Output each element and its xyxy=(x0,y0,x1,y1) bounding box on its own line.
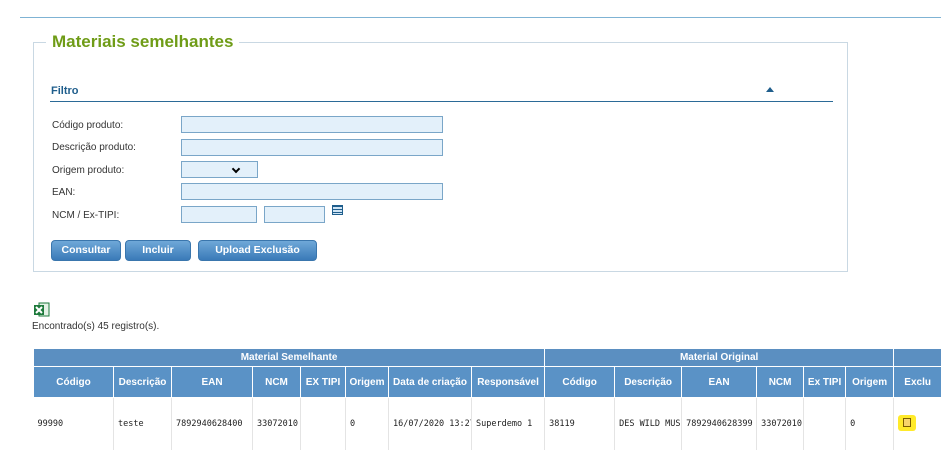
col-header-ean[interactable]: EAN xyxy=(171,366,253,398)
col-header-original-codigo[interactable]: Código xyxy=(544,366,616,398)
col-header-origem[interactable]: Origem xyxy=(345,366,389,398)
descricao-label: Descrição produto: xyxy=(52,142,136,153)
incluir-button[interactable]: Incluir xyxy=(125,240,191,261)
group-header-excluir xyxy=(893,348,941,367)
descricao-input[interactable] xyxy=(181,139,443,156)
table-row: 99990 teste 7892940628400 33072010 0 16/… xyxy=(33,397,941,450)
group-header-original: Material Original xyxy=(544,348,895,367)
top-divider-gap xyxy=(783,14,819,17)
cell-descricao: teste xyxy=(113,397,172,450)
chevron-down-icon xyxy=(231,164,241,174)
origem-label: Origem produto: xyxy=(52,165,125,176)
ean-input[interactable] xyxy=(181,183,443,200)
ean-label: EAN: xyxy=(52,187,76,198)
cell-excluir xyxy=(893,397,941,450)
extipi-input[interactable] xyxy=(264,206,325,223)
cell-data-criacao: 16/07/2020 13:27:51 xyxy=(388,397,472,450)
excel-export-icon[interactable] xyxy=(33,302,50,317)
cell-ncm: 33072010 xyxy=(252,397,301,450)
filter-header[interactable]: Filtro xyxy=(50,84,833,102)
col-header-excluir: Exclu xyxy=(893,366,941,398)
cell-original-ncm: 33072010 xyxy=(756,397,805,450)
col-header-responsavel[interactable]: Responsável xyxy=(470,366,546,398)
results-count: Encontrado(s) 45 registro(s). xyxy=(32,321,160,332)
col-header-original-descricao[interactable]: Descrição xyxy=(614,366,683,398)
cell-responsavel: Superdemo 1 xyxy=(471,397,546,450)
filter-title: Filtro xyxy=(51,85,79,97)
results-table: Material Semelhante Material Original Có… xyxy=(32,348,941,450)
ncm-input[interactable] xyxy=(181,206,257,223)
cell-original-ex-tipi xyxy=(803,397,847,450)
origem-select[interactable] xyxy=(181,161,258,178)
upload-exclusao-button[interactable]: Upload Exclusão xyxy=(198,240,317,261)
page-title: Materiais semelhantes xyxy=(52,32,234,51)
cell-original-codigo: 38119 xyxy=(544,397,616,450)
col-header-ex-tipi[interactable]: EX TIPI xyxy=(300,366,346,398)
cell-ex-tipi xyxy=(300,397,346,450)
codigo-label: Código produto: xyxy=(52,120,124,131)
codigo-input[interactable] xyxy=(181,116,443,133)
col-header-original-ex-tipi[interactable]: Ex TIPI xyxy=(803,366,847,398)
cell-codigo: 99990 xyxy=(33,397,114,450)
triangle-up-icon[interactable] xyxy=(766,87,774,92)
col-header-ncm[interactable]: NCM xyxy=(252,366,301,398)
ncm-label: NCM / Ex-TIPI: xyxy=(52,210,120,221)
cell-ean: 7892940628400 xyxy=(171,397,253,450)
cell-original-origem: 0 xyxy=(845,397,895,450)
col-header-descricao[interactable]: Descrição xyxy=(113,366,172,398)
top-divider xyxy=(20,17,941,18)
cell-original-ean: 7892940628399 xyxy=(681,397,758,450)
list-lookup-icon[interactable] xyxy=(332,205,343,215)
consultar-button[interactable]: Consultar xyxy=(51,240,121,261)
delete-row-icon[interactable] xyxy=(898,414,917,431)
col-header-original-ean[interactable]: EAN xyxy=(681,366,758,398)
group-header-semelhante: Material Semelhante xyxy=(32,348,546,367)
cell-original-descricao: DES WILD MUSK 132ML AERO COTY ORIGINAL xyxy=(614,397,683,450)
col-header-original-ncm[interactable]: NCM xyxy=(756,366,805,398)
col-header-codigo[interactable]: Código xyxy=(33,366,114,398)
col-header-data-criacao[interactable]: Data de criação xyxy=(388,366,472,398)
col-header-original-origem[interactable]: Origem xyxy=(845,366,895,398)
cell-origem: 0 xyxy=(345,397,389,450)
